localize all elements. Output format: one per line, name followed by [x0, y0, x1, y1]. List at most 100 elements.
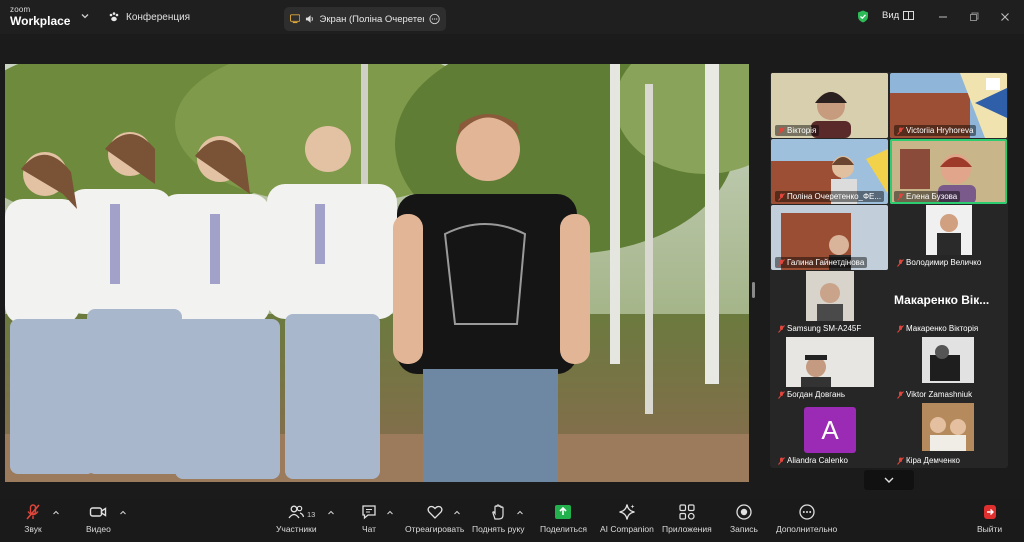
mic-muted-icon: [26, 504, 40, 520]
participant-tile[interactable]: Samsung SM-A245F: [771, 271, 888, 336]
meeting-tab-label: Конференция: [126, 11, 191, 23]
record-label: Запись: [730, 524, 758, 534]
sparkle-icon: [619, 504, 635, 520]
mic-off-icon: [897, 390, 904, 399]
mic-off-icon: [897, 126, 904, 135]
share-label: Поделиться: [540, 524, 587, 534]
screen-share-tab[interactable]: Экран (Поліна Очеретенко_: [284, 7, 446, 31]
apps-icon: [679, 504, 695, 520]
react-label: Отреагировать: [405, 524, 465, 534]
participant-name: Богдан Довгань: [775, 389, 848, 400]
more-button[interactable]: Дополнительно: [776, 503, 837, 534]
mic-off-icon: [897, 258, 904, 267]
mic-off-icon: [897, 456, 904, 465]
mic-off-icon: [778, 126, 785, 135]
audio-label: Звук: [24, 524, 42, 534]
close-icon[interactable]: [996, 8, 1014, 26]
participant-name: Галина Гайнетдінова: [775, 257, 868, 268]
minimize-icon[interactable]: [934, 8, 952, 26]
participant-tile[interactable]: Viktor Zamashniuk: [890, 337, 1007, 402]
mic-off-icon: [897, 324, 904, 333]
record-icon: [736, 504, 752, 520]
participant-tile[interactable]: Кіра Демченко: [890, 403, 1007, 468]
chevron-down-icon: [884, 477, 894, 483]
raise-hand-icon: [492, 504, 504, 520]
title-bar: zoom Workplace Конференция Экран (Поліна…: [0, 0, 1024, 34]
grid-view-icon: [903, 11, 915, 20]
participant-tile[interactable]: A Aliandra Calenko: [771, 403, 888, 468]
meeting-toolbar: Звук Видео Участники 13 Чат Отреагироват…: [0, 499, 1024, 542]
more-options-icon: [798, 504, 815, 520]
mic-off-icon: [778, 390, 785, 399]
participant-name: Елена Бузова: [894, 191, 961, 202]
record-button[interactable]: Запись: [730, 503, 758, 534]
raise-hand-options-caret-icon[interactable]: [516, 509, 524, 517]
participant-tile[interactable]: Галина Гайнетдінова: [771, 205, 888, 270]
chat-options-caret-icon[interactable]: [386, 509, 394, 517]
paw-icon: [109, 12, 119, 22]
more-label: Дополнительно: [776, 524, 838, 534]
raise-hand-button[interactable]: Поднять руку: [472, 503, 525, 534]
participant-tile[interactable]: Володимир Величко: [890, 205, 1007, 270]
logo-line2: Workplace: [10, 14, 71, 28]
mic-off-icon: [778, 258, 785, 267]
meeting-stage: Вікторія Victoriia Hryhoreva Поліна Очер…: [0, 34, 1024, 499]
participant-name: Victoriia Hryhoreva: [894, 125, 977, 136]
participant-tile-active-speaker[interactable]: Елена Бузова: [890, 139, 1007, 204]
participant-tile[interactable]: Поліна Очеретенко_ФЕ...: [771, 139, 888, 204]
zoom-workplace-logo[interactable]: zoom Workplace: [10, 6, 71, 28]
audio-options-caret-icon[interactable]: [52, 509, 60, 517]
video-button[interactable]: Видео: [86, 503, 111, 534]
shared-screen-video[interactable]: [5, 64, 749, 482]
react-options-caret-icon[interactable]: [453, 509, 461, 517]
view-button[interactable]: Вид: [882, 10, 915, 21]
audio-button[interactable]: Звук: [24, 503, 42, 534]
encryption-shield-icon[interactable]: [857, 10, 869, 23]
panel-resize-handle[interactable]: [752, 282, 755, 298]
participant-name: Володимир Величко: [894, 257, 984, 268]
share-button[interactable]: Поделиться: [540, 503, 587, 534]
chevron-down-icon[interactable]: [80, 11, 90, 21]
participant-name: Viktor Zamashniuk: [894, 389, 975, 400]
participant-name: Макаренко Вікторія: [894, 323, 981, 334]
mic-off-icon: [778, 324, 785, 333]
speaker-icon: [306, 15, 314, 23]
meeting-tab[interactable]: Конференция: [108, 8, 190, 26]
react-button[interactable]: Отреагировать: [405, 503, 464, 534]
chat-bubble-icon: [362, 505, 376, 520]
screen-share-tab-label: Экран (Поліна Очеретенко_: [319, 13, 424, 25]
participant-tile[interactable]: Вікторія: [771, 73, 888, 138]
gallery-panel: Вікторія Victoriia Hryhoreva Поліна Очер…: [770, 72, 1008, 468]
video-label: Видео: [86, 524, 111, 534]
apps-label: Приложения: [662, 524, 712, 534]
video-options-caret-icon[interactable]: [119, 509, 127, 517]
more-dots-icon[interactable]: [429, 13, 440, 25]
participants-options-caret-icon[interactable]: [327, 509, 335, 517]
video-frame-image: [5, 64, 749, 482]
chat-label: Чат: [361, 524, 377, 534]
participant-name: Поліна Очеретенко_ФЕ...: [775, 191, 885, 202]
heart-icon: [427, 505, 443, 519]
mic-off-icon: [897, 192, 904, 201]
gallery-next-page-button[interactable]: [864, 470, 914, 490]
restore-icon[interactable]: [965, 8, 983, 26]
raise-hand-label: Поднять руку: [472, 524, 525, 534]
apps-button[interactable]: Приложения: [662, 503, 712, 534]
participants-icon: [288, 505, 305, 519]
participant-name: Кіра Демченко: [894, 455, 963, 466]
share-screen-up-icon: [555, 505, 572, 519]
zoom-window: zoom Workplace Конференция Экран (Поліна…: [0, 0, 1024, 542]
participants-count: 13: [307, 510, 316, 519]
avatar: A: [804, 407, 856, 453]
video-camera-icon: [90, 507, 107, 517]
participant-tile[interactable]: Victoriia Hryhoreva: [890, 73, 1007, 138]
ai-companion-button[interactable]: AI Companion: [600, 503, 654, 534]
chat-button[interactable]: Чат: [360, 503, 378, 534]
mic-off-icon: [778, 192, 785, 201]
share-screen-icon: [290, 14, 301, 24]
participant-tile[interactable]: Макаренко Вік... Макаренко Вікторія: [890, 271, 1007, 336]
leave-button[interactable]: Выйти: [977, 503, 1002, 534]
participant-name: Вікторія: [775, 125, 820, 136]
participant-tile[interactable]: Богдан Довгань: [771, 337, 888, 402]
ai-companion-label: AI Companion: [600, 524, 654, 534]
